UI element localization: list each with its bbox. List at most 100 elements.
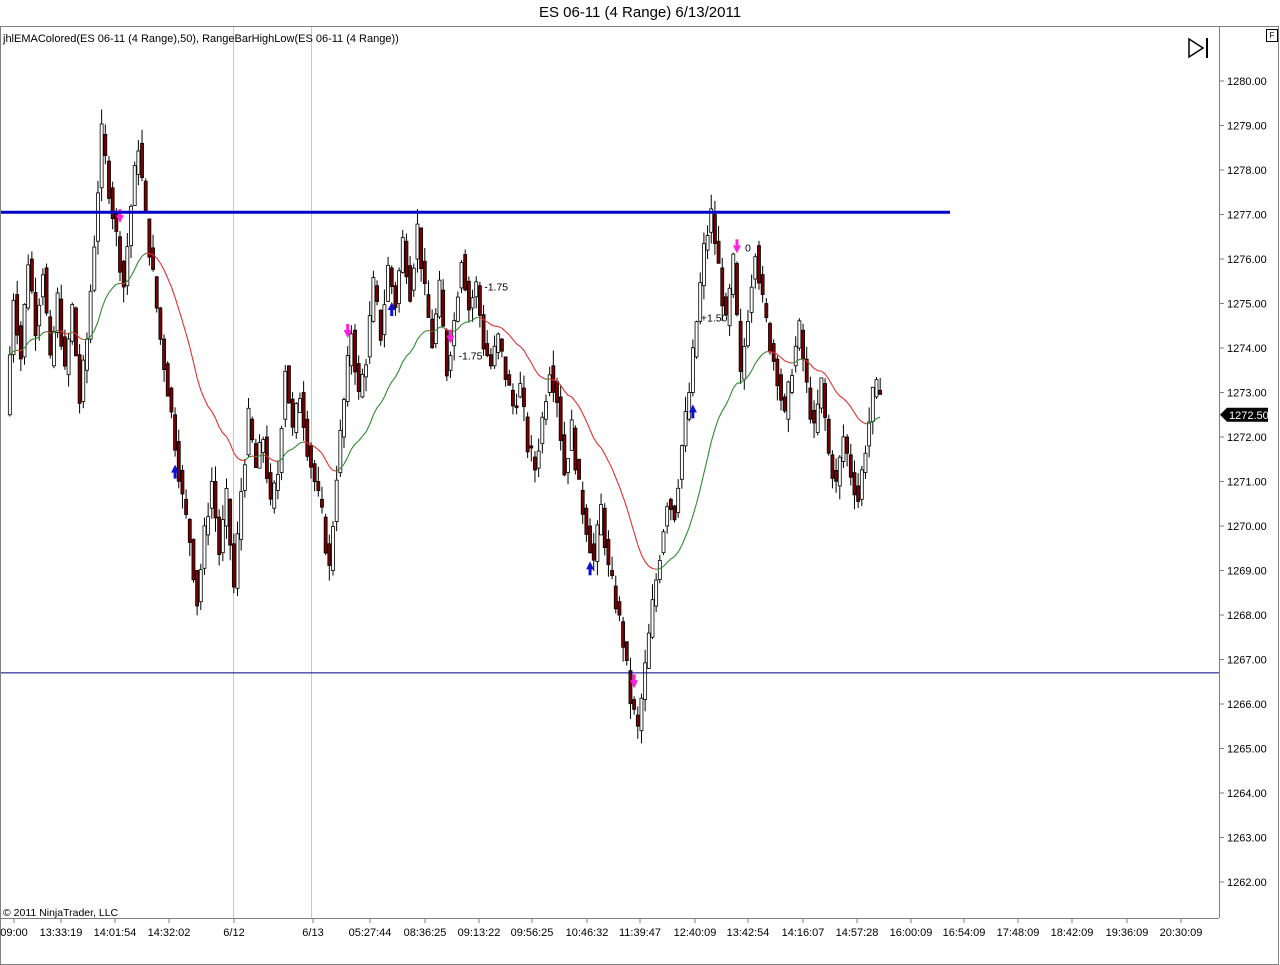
candle-body (268, 472, 273, 500)
ema-segment (391, 376, 396, 383)
ema-segment (424, 329, 429, 332)
ema-segment (523, 350, 529, 358)
candle-body (37, 304, 42, 327)
sell-arrow-shaft (632, 674, 636, 682)
candle-body (386, 264, 390, 302)
range-lines (1, 210, 1219, 674)
ema-segment (718, 410, 723, 419)
trade-signals: +1.50 0 -1.75 -1.75 (116, 209, 751, 689)
candle-body (874, 379, 879, 398)
candle-body (184, 498, 189, 515)
y-tick-label: 1269.00 (1227, 566, 1267, 578)
candle-body (110, 187, 115, 220)
ema-segment (740, 379, 745, 384)
candle-body (151, 247, 155, 270)
format-button[interactable]: F (1266, 29, 1278, 42)
ema-segment (644, 561, 650, 567)
ema-segment (417, 334, 422, 340)
ema-segment (677, 544, 683, 553)
candle-body (529, 445, 534, 449)
x-tick-label: 14:01:54 (94, 927, 137, 939)
candle-body (466, 280, 471, 311)
candle-body (26, 264, 31, 309)
ema-segment (299, 441, 304, 444)
candle-body (147, 218, 152, 258)
ema-segment (494, 325, 499, 328)
x-tick-label: 6/12 (223, 927, 244, 939)
ema-segment (843, 398, 848, 403)
x-tick-label: 11:39:47 (619, 927, 661, 939)
x-tick-label: 05:27:44 (349, 927, 392, 939)
candle-body (507, 374, 512, 386)
goto-end-icon[interactable] (1186, 36, 1212, 60)
sell-arrow-shaft (449, 329, 453, 337)
y-tick-label: 1262.00 (1227, 877, 1267, 889)
ema-segment (813, 367, 819, 372)
ema-segment (505, 331, 510, 336)
candle-body (569, 419, 574, 451)
x-tick-label: 20:30:09 (1160, 927, 1203, 939)
ema-segment (398, 361, 404, 371)
candle-body (287, 365, 291, 404)
candle-body (540, 416, 545, 445)
ema-segment (747, 370, 753, 377)
candle-body (870, 386, 875, 422)
x-tick-label: 13:33:19 (40, 927, 83, 939)
candle-body (426, 294, 431, 318)
candle-body (650, 599, 655, 638)
ema-segment (512, 339, 518, 345)
candle-body (334, 479, 339, 522)
x-tick-label: 18:42:09 (1051, 927, 1094, 939)
ema-segment (611, 468, 617, 478)
candle-body (544, 401, 548, 420)
y-tick-label: 1277.00 (1227, 210, 1267, 222)
candle-body (463, 254, 468, 291)
ema-segment (681, 536, 687, 546)
ema-segment (846, 401, 852, 408)
trade-label: -1.75 (459, 351, 483, 363)
ema-segment (314, 446, 319, 451)
candle-body (364, 364, 368, 378)
candle-body (272, 482, 277, 509)
candle-body (242, 464, 247, 491)
y-tick-label: 1280.00 (1227, 76, 1267, 88)
ema-segment (200, 390, 205, 400)
ema-segment (574, 401, 580, 407)
candle-body (209, 481, 214, 509)
candle-body (59, 298, 64, 347)
candle-body (731, 253, 736, 296)
ema-segment (134, 261, 139, 270)
candle-body (573, 427, 578, 471)
candle-body (705, 235, 710, 251)
candle-body (511, 389, 515, 407)
ema-segment (218, 426, 224, 434)
y-tick-label: 1266.00 (1227, 699, 1267, 711)
candle-body (143, 180, 148, 212)
x-tick-label: 09:13:22 (458, 927, 501, 939)
candle-body (77, 354, 82, 404)
y-tick-label: 1276.00 (1227, 254, 1267, 266)
y-tick-label: 1274.00 (1227, 343, 1267, 355)
buy-arrow-head (586, 561, 595, 570)
ema-segment (839, 395, 844, 400)
ema-segment (343, 456, 349, 465)
candle-body (312, 463, 317, 483)
candle-body (555, 380, 559, 403)
candle-body (701, 243, 706, 287)
price-chart[interactable]: +1.500-1.75-1.75 1280.001279.001278.0012… (0, 0, 1280, 965)
candle-body (367, 315, 372, 358)
candle-body (474, 281, 479, 298)
ema-segment (721, 404, 727, 412)
candle-body (690, 347, 695, 393)
candle-body (437, 279, 442, 318)
candle-body (195, 570, 200, 607)
ema-segment (104, 292, 110, 300)
candle-body (779, 374, 783, 401)
candle-body (298, 398, 302, 413)
candle-body (327, 543, 332, 566)
candle-body (99, 123, 104, 189)
ema-segment (831, 385, 837, 393)
y-tick-label: 1273.00 (1227, 388, 1267, 400)
ema-segment (369, 414, 374, 425)
candle-body (558, 396, 563, 441)
